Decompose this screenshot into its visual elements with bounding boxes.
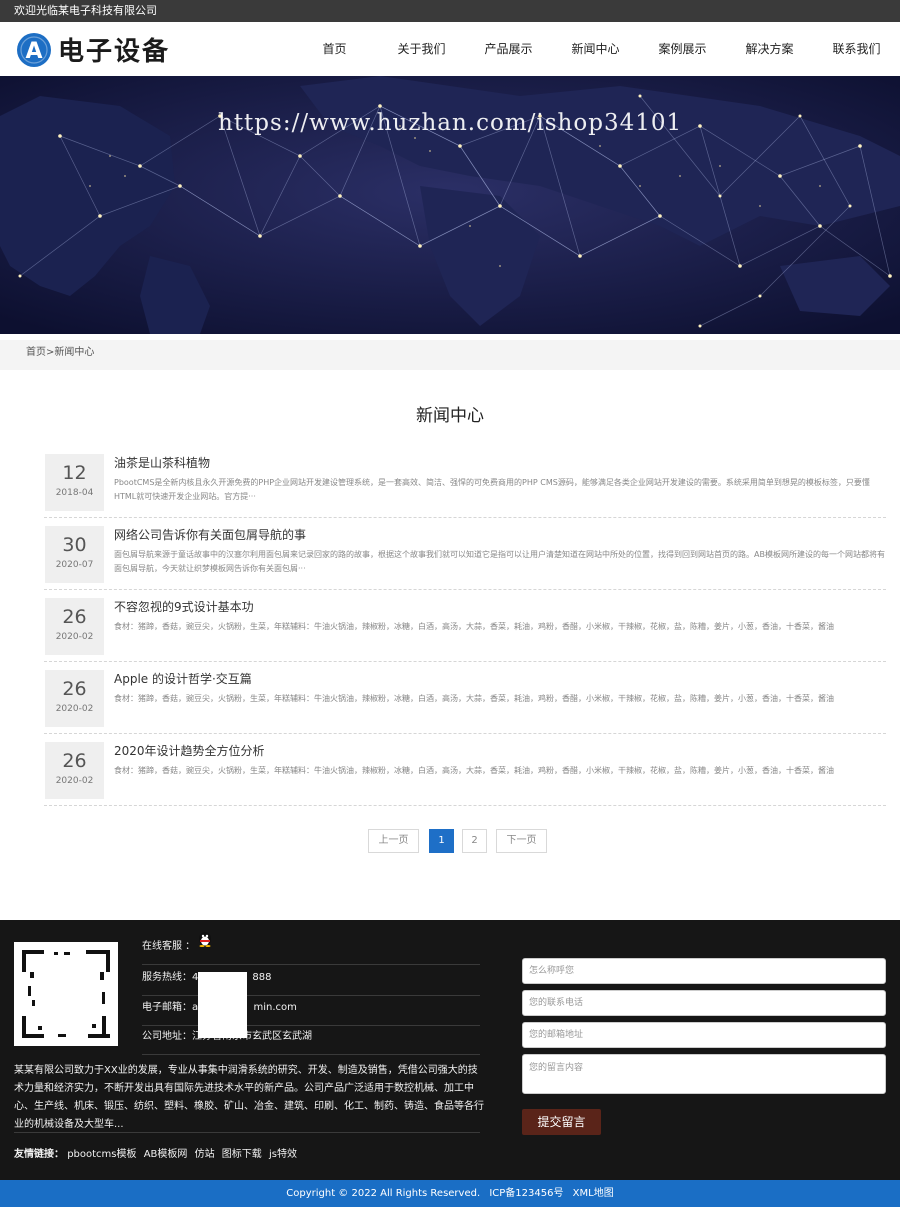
hotline-text: 服务热线：4	[142, 972, 199, 983]
site-header: A 电子设备 首页 关于我们 产品展示 新闻中心 案例展示 解决方案 联系我们	[0, 22, 900, 76]
news-summary: 食材：猪蹄，香菇，豌豆尖，火锅粉，生菜，年糕辅料：牛油火锅油，辣椒粉，冰糖，白酒…	[114, 766, 834, 775]
welcome-text: 欢迎光临某电子科技有限公司	[14, 4, 157, 17]
online-service-row: 在线客服 ：	[142, 931, 480, 965]
news-summary: 食材：猪蹄，香菇，豌豆尖，火锅粉，生菜，年糕辅料：牛油火锅油，辣椒粉，冰糖，白酒…	[114, 694, 834, 703]
site-footer: 在线客服 ： 服务热线：4 888 电子邮箱：ad min.com 公司地址：江苏省…	[0, 920, 900, 1180]
page-title: 新闻中心	[416, 406, 484, 426]
nav-item-solutions[interactable]: 解决方案	[726, 22, 813, 76]
news-date-box: 26 2020-02	[45, 742, 104, 799]
site-logo[interactable]: A 电子设备	[16, 31, 170, 68]
redaction-block	[198, 972, 247, 1038]
qq-penguin-icon[interactable]	[198, 931, 212, 956]
page-2-button[interactable]: 2	[462, 829, 487, 853]
email-tail: min.com	[253, 1002, 297, 1013]
copyright-bar: Copyright © 2022 All Rights Reserved. IC…	[0, 1180, 900, 1207]
nav-item-home[interactable]: 首页	[291, 22, 378, 76]
news-date-day: 12	[62, 462, 87, 484]
nav-item-contact[interactable]: 联系我们	[813, 22, 900, 76]
friend-link[interactable]: 仿站	[195, 1149, 215, 1160]
sitemap-link[interactable]: XML地图	[573, 1188, 614, 1199]
hotline-row: 服务热线：4 888	[142, 967, 480, 996]
nav-item-cases[interactable]: 案例展示	[639, 22, 726, 76]
next-page-button[interactable]: 下一页	[496, 829, 547, 853]
news-item[interactable]: 26 2020-02 Apple 的设计哲学·交互篇 食材：猪蹄，香菇，豌豆尖，…	[44, 662, 886, 734]
nav-item-about[interactable]: 关于我们	[378, 22, 465, 76]
top-welcome-bar: 欢迎光临某电子科技有限公司	[0, 0, 900, 22]
prev-page-button[interactable]: 上一页	[368, 829, 419, 853]
friend-links: 友情链接： pbootcms模板 AB模板网 仿站 图标下载 js特效	[14, 1145, 301, 1160]
news-date-box: 30 2020-07	[45, 526, 104, 583]
news-date-ym: 2020-02	[55, 776, 94, 786]
news-date-ym: 2020-07	[55, 560, 94, 570]
news-list: 12 2018-04 油茶是山茶科植物 PbootCMS是全新内核且永久开源免费…	[44, 446, 886, 806]
friend-link[interactable]: AB模板网	[144, 1149, 188, 1160]
email-text: 电子邮箱：ad	[142, 1002, 205, 1013]
friend-link[interactable]: pbootcms模板	[67, 1149, 136, 1160]
hero-banner: https://www.huzhan.com/ishop34101	[0, 76, 900, 334]
copyright-text: Copyright © 2022 All Rights Reserved.	[286, 1188, 481, 1199]
email-row: 电子邮箱：ad min.com	[142, 997, 480, 1026]
news-summary: 食材：猪蹄，香菇，豌豆尖，火锅粉，生菜，年糕辅料：牛油火锅油，辣椒粉，冰糖，白酒…	[114, 622, 834, 631]
phone-input[interactable]: 您的联系电话	[522, 990, 886, 1016]
page-1-button[interactable]: 1	[429, 829, 454, 853]
pagination: 上一页 1 2 下一页	[0, 829, 900, 853]
news-title-link[interactable]: 网络公司告诉你有关面包屑导航的事	[114, 526, 306, 543]
hotline-tail: 888	[252, 972, 272, 983]
logo-a-icon: A	[16, 32, 52, 68]
breadcrumb-bar: 首页>新闻中心	[0, 340, 900, 370]
news-item[interactable]: 30 2020-07 网络公司告诉你有关面包屑导航的事 面包屑导航来源于童话故事…	[44, 518, 886, 590]
message-textarea[interactable]: 您的留言内容	[522, 1054, 886, 1094]
news-date-day: 26	[62, 678, 87, 700]
news-item[interactable]: 26 2020-02 不容忽视的9式设计基本功 食材：猪蹄，香菇，豌豆尖，火锅粉…	[44, 590, 886, 662]
news-date-ym: 2018-04	[55, 488, 94, 498]
logo-letter: A	[25, 39, 42, 64]
breadcrumb-home-link[interactable]: 首页	[26, 347, 46, 358]
name-input[interactable]: 怎么称呼您	[522, 958, 886, 984]
qr-code-icon	[14, 942, 118, 1046]
logo-text: 电子设备	[58, 37, 171, 67]
news-title-link[interactable]: 2020年设计趋势全方位分析	[114, 742, 265, 759]
friend-links-label: 友情链接：	[14, 1149, 64, 1160]
news-date-ym: 2020-02	[55, 632, 94, 642]
news-date-day: 30	[62, 534, 87, 556]
nav-item-news[interactable]: 新闻中心	[552, 22, 639, 76]
news-item[interactable]: 12 2018-04 油茶是山茶科植物 PbootCMS是全新内核且永久开源免费…	[44, 446, 886, 518]
nav-item-products[interactable]: 产品展示	[465, 22, 552, 76]
news-date-ym: 2020-02	[55, 704, 94, 714]
banner-watermark: https://www.huzhan.com/ishop34101	[218, 110, 683, 136]
news-item[interactable]: 26 2020-02 2020年设计趋势全方位分析 食材：猪蹄，香菇，豌豆尖，火…	[44, 734, 886, 806]
breadcrumb-current-link[interactable]: 新闻中心	[54, 347, 94, 358]
friend-link[interactable]: 图标下载	[222, 1149, 262, 1160]
footer-divider	[14, 1132, 480, 1133]
news-date-box: 26 2020-02	[45, 670, 104, 727]
address-row: 公司地址：江苏省南京市玄武区玄武湖	[142, 1026, 480, 1055]
breadcrumb: 首页>新闻中心	[26, 340, 94, 366]
news-date-box: 26 2020-02	[45, 598, 104, 655]
main-nav: 首页 关于我们 产品展示 新闻中心 案例展示 解决方案 联系我们	[291, 22, 900, 76]
company-about: 某某有限公司致力于XX业的发展，专业从事集中润滑系统的研究、开发、制造及销售，凭…	[14, 1065, 484, 1130]
news-title-link[interactable]: 不容忽视的9式设计基本功	[114, 598, 254, 615]
friend-link[interactable]: js特效	[269, 1149, 297, 1160]
icp-link[interactable]: ICP备123456号	[489, 1188, 563, 1199]
submit-message-button[interactable]: 提交留言	[522, 1109, 601, 1135]
online-service-label: 在线客服 ：	[142, 941, 196, 952]
news-date-day: 26	[62, 750, 87, 772]
news-date-box: 12 2018-04	[45, 454, 104, 511]
news-date-day: 26	[62, 606, 87, 628]
news-title-link[interactable]: 油茶是山茶科植物	[114, 454, 210, 471]
news-title-link[interactable]: Apple 的设计哲学·交互篇	[114, 670, 252, 687]
news-summary: PbootCMS是全新内核且永久开源免费的PHP企业网站开发建设管理系统，是一套…	[114, 478, 870, 501]
news-summary: 面包屑导航来源于童话故事中的汉塞尔利用面包屑来记录回家的路的故事，根据这个故事我…	[114, 550, 885, 573]
email-input[interactable]: 您的邮箱地址	[522, 1022, 886, 1048]
